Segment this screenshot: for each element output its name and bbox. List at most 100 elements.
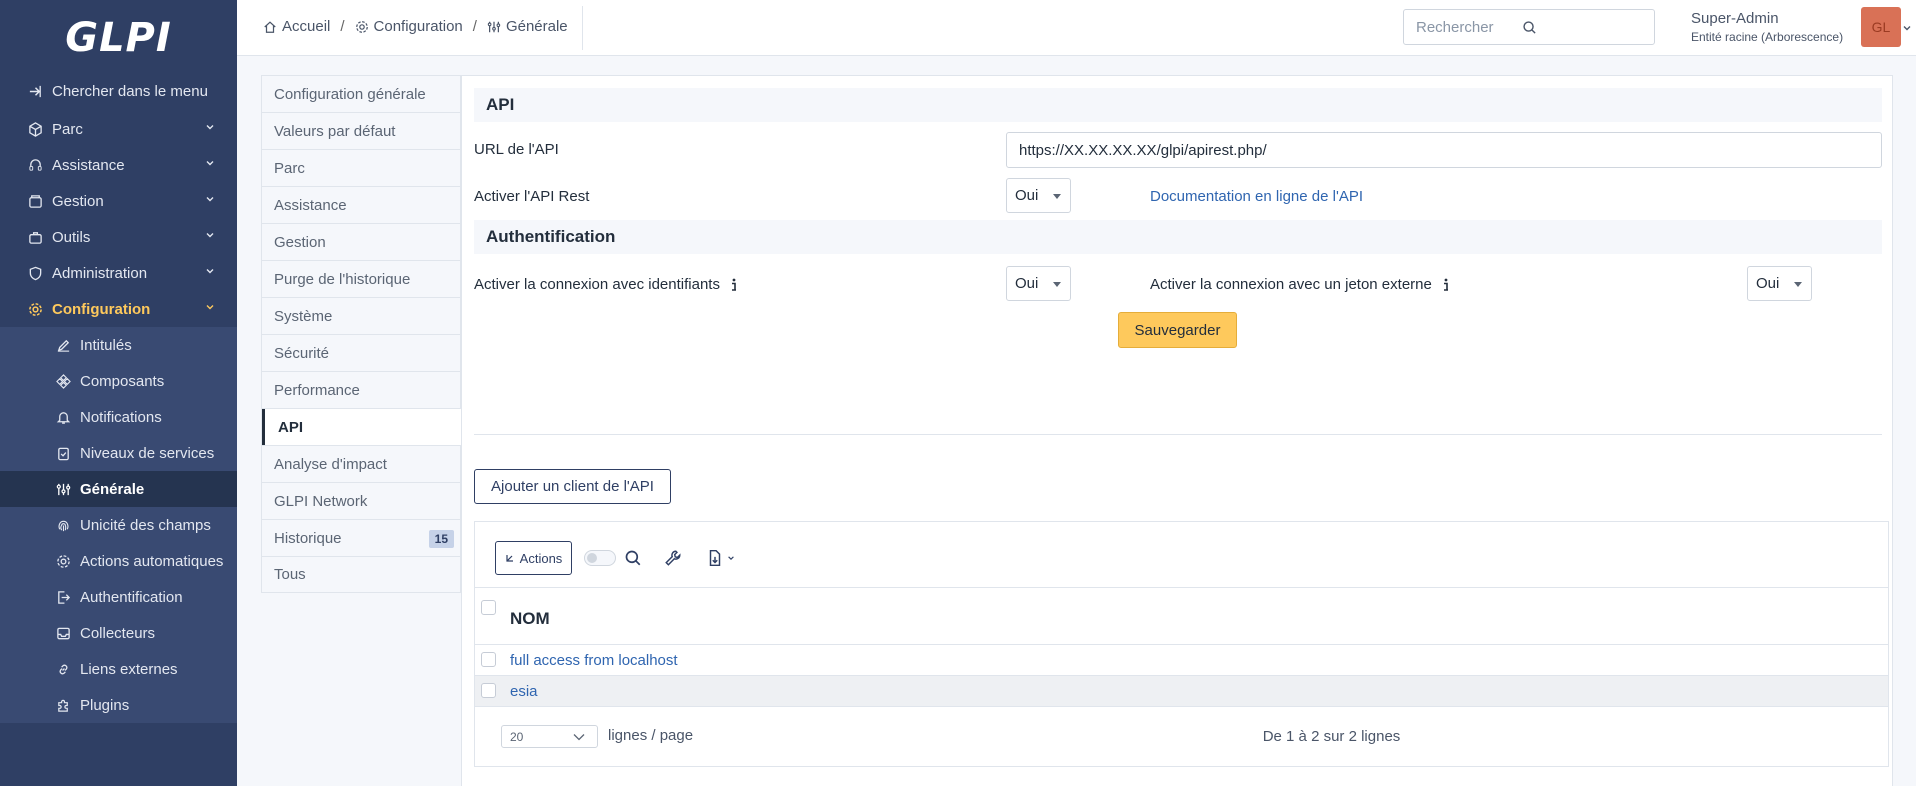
sidebar-sub-label: Intitulés xyxy=(80,336,132,354)
tab-label: Purge de l'historique xyxy=(274,270,411,288)
enable-rest-select[interactable]: Oui xyxy=(1006,178,1071,213)
puzzle-icon xyxy=(54,698,72,713)
search-input[interactable]: Rechercher xyxy=(1403,9,1655,45)
credentials-login-value: Oui xyxy=(1015,275,1039,292)
row-checkbox[interactable] xyxy=(481,683,496,698)
glpi-logo[interactable]: GLPI xyxy=(0,0,237,76)
sidebar-sub-collecteurs[interactable]: Collecteurs xyxy=(0,615,237,651)
tab-label: Assistance xyxy=(274,196,347,214)
tab-purge-historique[interactable]: Purge de l'historique xyxy=(261,260,461,297)
sidebar-item-gestion[interactable]: Gestion xyxy=(0,183,237,219)
info-icon[interactable] xyxy=(1442,278,1450,292)
tab-assistance[interactable]: Assistance xyxy=(261,186,461,223)
tab-label: Sécurité xyxy=(274,344,330,362)
sidebar-item-configuration[interactable]: Configuration xyxy=(0,291,237,327)
sidebar-sub-authentification[interactable]: Authentification xyxy=(0,579,237,615)
wallet-icon xyxy=(26,194,44,209)
caret-down-icon xyxy=(1053,282,1061,288)
login-icon xyxy=(54,590,72,605)
avatar[interactable]: GL xyxy=(1861,7,1901,47)
tab-systeme[interactable]: Système xyxy=(261,297,461,334)
sidebar-item-administration[interactable]: Administration xyxy=(0,255,237,291)
api-url-field[interactable]: https://XX.XX.XX.XX/glpi/apirest.php/ xyxy=(1006,132,1882,168)
chevron-down-icon[interactable] xyxy=(727,554,735,562)
wrench-icon[interactable] xyxy=(664,549,682,567)
breadcrumb: Accueil / Configuration / Générale xyxy=(263,18,568,35)
breadcrumb-configuration[interactable]: Configuration xyxy=(374,18,463,35)
sidebar-item-assistance[interactable]: Assistance xyxy=(0,147,237,183)
sidebar-sub-notifications[interactable]: Notifications xyxy=(0,399,237,435)
sidebar-sub-niveaux-services[interactable]: Niveaux de services xyxy=(0,435,237,471)
sidebar-sub-label: Liens externes xyxy=(80,660,178,678)
sidebar-sub-plugins[interactable]: Plugins xyxy=(0,687,237,723)
tab-api[interactable]: API xyxy=(261,408,461,445)
table-row: esia xyxy=(475,676,1888,707)
enable-rest-value: Oui xyxy=(1015,187,1039,204)
sidebar-item-outils[interactable]: Outils xyxy=(0,219,237,255)
tab-gestion[interactable]: Gestion xyxy=(261,223,461,260)
info-icon[interactable] xyxy=(730,278,738,292)
massive-actions-button[interactable]: Actions xyxy=(495,541,572,575)
add-api-client-button[interactable]: Ajouter un client de l'API xyxy=(474,469,671,504)
api-client-link[interactable]: full access from localhost xyxy=(510,652,678,669)
user-entity: Entité racine (Arborescence) xyxy=(1691,30,1844,44)
tab-configuration-generale[interactable]: Configuration générale xyxy=(261,75,461,112)
tab-label: Système xyxy=(274,307,333,325)
column-header-nom[interactable]: NOM xyxy=(510,609,550,629)
breadcrumb-separator: / xyxy=(340,18,345,35)
sidebar-sub-label: Niveaux de services xyxy=(80,444,215,462)
select-all-checkbox[interactable] xyxy=(481,600,496,615)
sidebar-item-label: Administration xyxy=(52,264,148,282)
sidebar-sub-label: Unicité des champs xyxy=(80,516,211,534)
inbox-icon xyxy=(54,626,72,641)
credentials-login-select[interactable]: Oui xyxy=(1006,266,1071,301)
tab-performance[interactable]: Performance xyxy=(261,371,461,408)
result-count: De 1 à 2 sur 2 lignes xyxy=(1262,728,1401,745)
tab-valeurs-defaut[interactable]: Valeurs par défaut xyxy=(261,112,461,149)
auth-section-header: Authentification xyxy=(474,220,1882,254)
tab-tous[interactable]: Tous xyxy=(261,556,461,593)
sidebar-sub-unicite-champs[interactable]: Unicité des champs xyxy=(0,507,237,543)
tab-historique[interactable]: Historique 15 xyxy=(261,519,461,556)
api-client-link[interactable]: esia xyxy=(510,683,538,700)
tab-analyse-impact[interactable]: Analyse d'impact xyxy=(261,445,461,482)
chevron-down-icon xyxy=(205,194,215,204)
user-info[interactable]: Super-Admin Entité racine (Arborescence) xyxy=(1691,10,1843,44)
filter-toggle[interactable] xyxy=(584,550,616,566)
tab-label: GLPI Network xyxy=(274,492,368,510)
chevron-down-icon xyxy=(205,122,215,132)
tab-parc[interactable]: Parc xyxy=(261,149,461,186)
search-menu-label: Chercher dans le menu xyxy=(52,82,208,100)
sidebar-sub-intitules[interactable]: Intitulés xyxy=(0,327,237,363)
sidebar-sub-actions-automatiques[interactable]: Actions automatiques xyxy=(0,543,237,579)
components-icon xyxy=(54,373,72,389)
adjustments-icon xyxy=(54,482,72,497)
search-icon[interactable] xyxy=(1416,20,1642,35)
sidebar-sub-liens-externes[interactable]: Liens externes xyxy=(0,651,237,687)
sidebar-item-parc[interactable]: Parc xyxy=(0,111,237,147)
gear-icon xyxy=(355,20,369,34)
breadcrumb-generale[interactable]: Générale xyxy=(506,18,568,35)
sidebar-item-label: Outils xyxy=(52,228,91,246)
save-button[interactable]: Sauvegarder xyxy=(1118,312,1237,348)
row-checkbox[interactable] xyxy=(481,652,496,667)
tab-label: Tous xyxy=(274,566,306,583)
tab-label: Performance xyxy=(274,381,360,399)
chevron-down-icon[interactable] xyxy=(1902,23,1912,33)
tab-securite[interactable]: Sécurité xyxy=(261,334,461,371)
api-documentation-link[interactable]: Documentation en ligne de l'API xyxy=(1150,188,1363,205)
sidebar-sub-composants[interactable]: Composants xyxy=(0,363,237,399)
search-icon[interactable] xyxy=(624,549,642,567)
chevron-down-icon xyxy=(205,302,215,312)
api-clients-table: Actions NOM full access from localhost e… xyxy=(474,521,1889,767)
search-menu-item[interactable]: Chercher dans le menu xyxy=(0,73,237,109)
export-file-icon[interactable] xyxy=(706,549,724,567)
sidebar-sub-generale[interactable]: Générale xyxy=(0,471,237,507)
tab-label: Valeurs par défaut xyxy=(274,122,396,140)
breadcrumb-home[interactable]: Accueil xyxy=(282,18,330,35)
tab-glpi-network[interactable]: GLPI Network xyxy=(261,482,461,519)
edit-icon xyxy=(54,338,72,353)
tab-label: API xyxy=(278,418,304,436)
table-header: NOM xyxy=(475,587,1888,645)
token-login-select[interactable]: Oui xyxy=(1747,266,1812,301)
